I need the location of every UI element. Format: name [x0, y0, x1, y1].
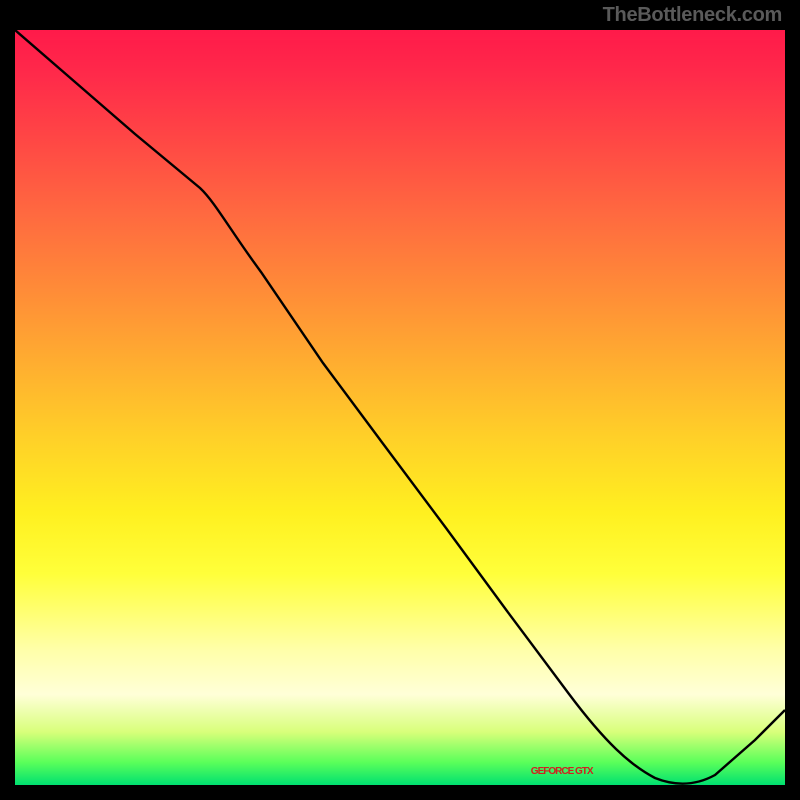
- line-chart-svg: [15, 30, 785, 785]
- chart-frame: GEFORCE GTX: [15, 30, 785, 785]
- chart-curve: [15, 30, 785, 784]
- attribution-text: TheBottleneck.com: [603, 4, 782, 27]
- series-label: GEFORCE GTX: [531, 766, 593, 777]
